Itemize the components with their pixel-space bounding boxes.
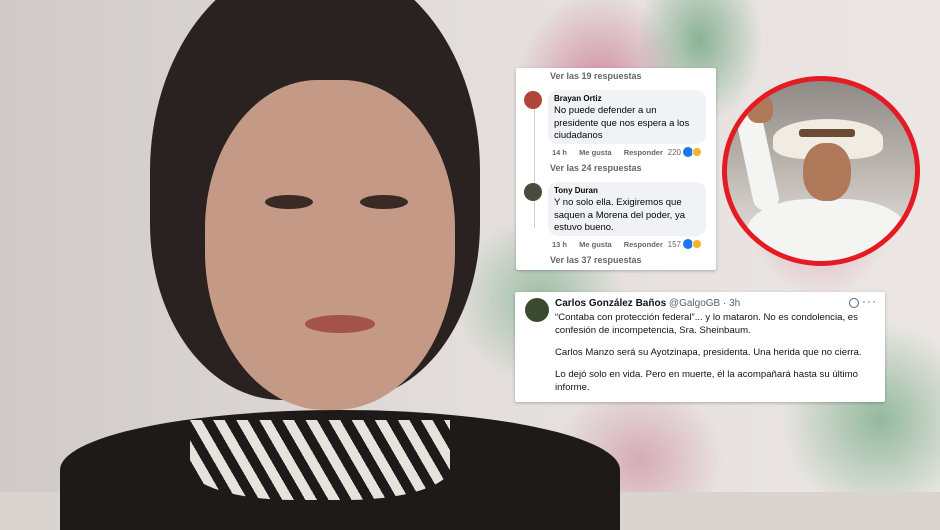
view-replies-link[interactable]: Ver las 19 respuestas [550,71,642,81]
photo-man-hand [747,95,773,123]
photo-man-face [803,143,851,201]
reactions[interactable]: 220 [668,147,702,157]
tweet-separator: · [723,298,727,309]
tweet-paragraph: Lo dejó solo en vida. Pero en muerte, él… [555,369,858,393]
reaction-count: 157 [667,239,681,249]
tweet-paragraph: “Contaba con protección federal”... y lo… [555,312,858,336]
thread-line [534,108,535,228]
view-replies-link[interactable]: Ver las 37 respuestas [550,255,642,265]
comment-author[interactable]: Tony Duran [554,186,700,195]
tweet-time[interactable]: 3h [729,298,740,309]
comment-meta: 13 h Me gusta Responder [552,240,673,249]
reply-button[interactable]: Responder [624,240,663,249]
tweet-paragraph: Carlos Manzo será su Ayotzinapa, preside… [555,347,862,358]
like-button[interactable]: Me gusta [579,148,612,157]
comment-text: No puede defender a un presidente que no… [554,105,690,141]
portrait-face [205,80,455,410]
view-replies-link[interactable]: Ver las 24 respuestas [550,163,642,173]
portrait-eye-left [265,195,313,209]
comment-author[interactable]: Brayan Ortiz [554,94,700,103]
reply-button[interactable]: Responder [624,148,663,157]
photo-hat-band [799,129,855,137]
tweet-avatar[interactable] [525,298,549,322]
reactions[interactable]: 157 [668,239,702,249]
comment-time: 13 h [552,240,568,249]
tweet-author-handle[interactable]: @GalgoGB [669,298,720,309]
portrait-neckline [190,420,450,500]
photo-man-arm [734,109,782,213]
tweet-header: Carlos González Baños @GalgoGB · 3h [555,298,740,309]
circular-photo [722,76,920,266]
haha-reaction-icon [692,147,702,157]
comment-bubble: Brayan Ortiz No puede defender a un pres… [548,90,706,144]
comment-bubble: Tony Duran Y no solo ella. Exigiremos qu… [548,182,706,236]
reaction-count: 220 [667,147,681,157]
facebook-comments-card: Ver las 19 respuestas Brayan Ortiz No pu… [516,68,716,270]
portrait-eye-right [360,195,408,209]
avatar[interactable] [524,183,542,201]
comment-time: 14 h [552,148,568,157]
tweet-card: Carlos González Baños @GalgoGB · 3h ··· … [515,292,885,402]
more-options-icon[interactable]: ··· [862,294,877,308]
tweet-author-name[interactable]: Carlos González Baños [555,298,666,309]
tweet-text: “Contaba con protección federal”... y lo… [555,311,875,403]
avatar[interactable] [524,91,542,109]
comment-meta: 14 h Me gusta Responder [552,148,673,157]
comment-text: Y no solo ella. Exigiremos que saquen a … [554,197,685,233]
like-button[interactable]: Me gusta [579,240,612,249]
grok-icon[interactable] [849,298,859,308]
haha-reaction-icon [692,239,702,249]
portrait-lips [305,315,375,333]
